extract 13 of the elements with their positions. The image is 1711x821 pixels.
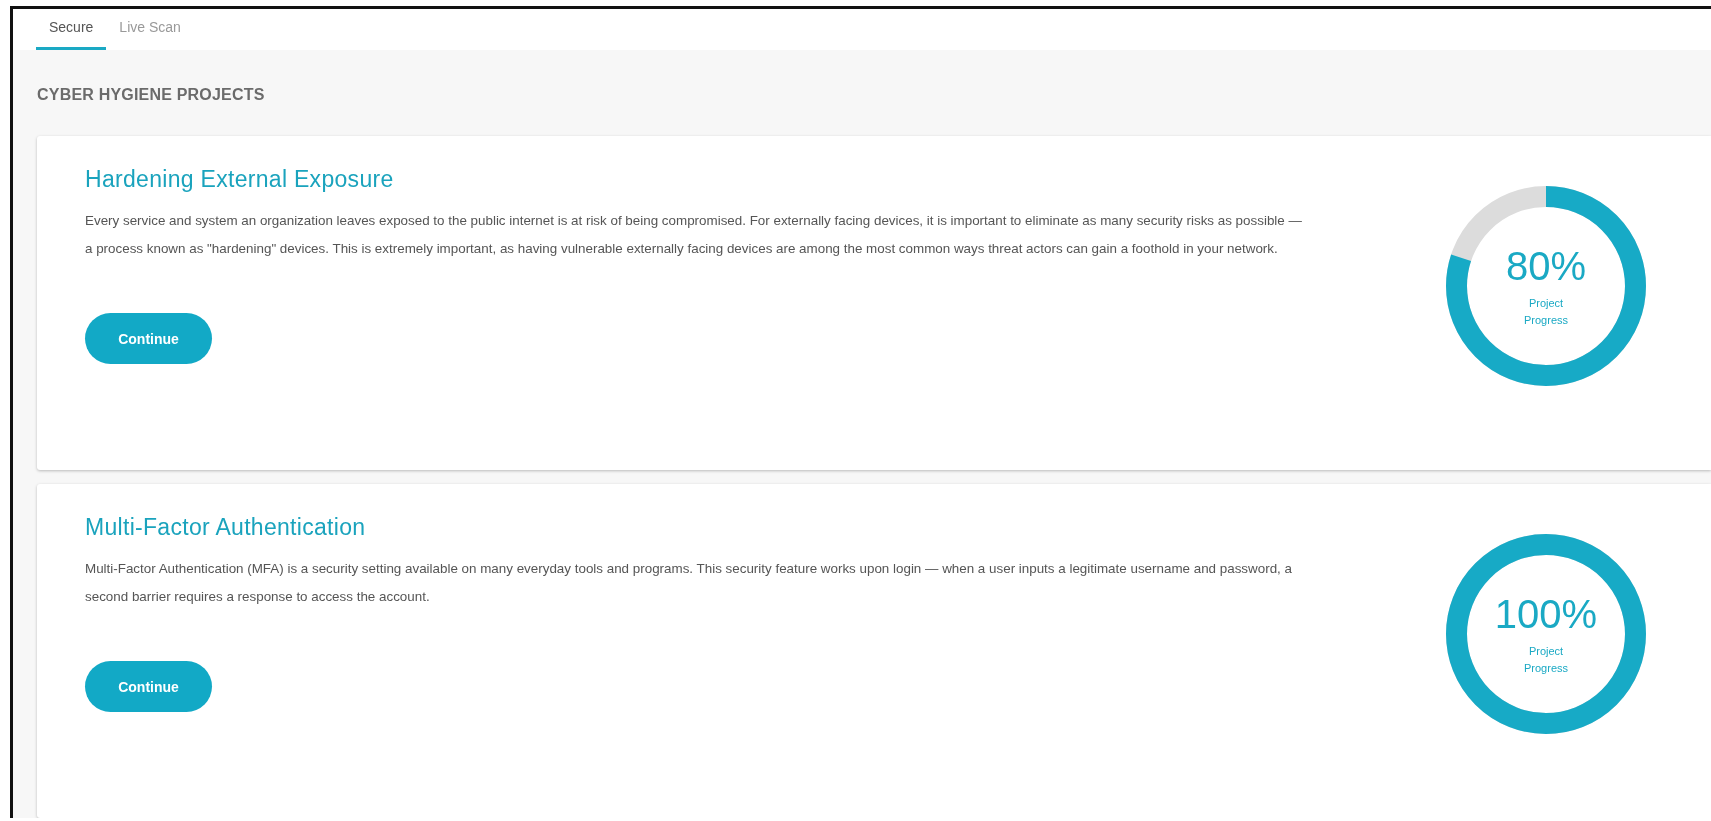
project-description: Multi-Factor Authentication (MFA) is a security setting available on many everyday tools and programs. This security feature works upon login — when a user inputs a legitimate username and password, a second barrier requires a response to access the account. — [85, 560, 1293, 606]
progress-value: 80% — [1505, 244, 1587, 289]
tab[interactable]: Live Scan — [106, 19, 194, 50]
progress-value: 100% — [1494, 592, 1598, 637]
project-title: Multi-Factor Authentication — [85, 514, 367, 541]
tab[interactable]: Secure — [36, 19, 107, 50]
project-description: Every service and system an organization leaves exposed to the public internet is at risk of being compromised. For externally facing devices, it is important to eliminate as many security risks as possible — a process known as "hardening" devices. This is extremely important, as having vulnerable externally facing devices are among the most common ways threat actors can gain a foothold in your network. — [85, 212, 1303, 258]
continue-button[interactable]: Continue — [85, 313, 212, 364]
progress-label: Project Progress — [1523, 644, 1569, 676]
section-heading: CYBER HYGIENE PROJECTS — [37, 86, 266, 104]
progress-label: Project Progress — [1523, 296, 1569, 328]
project-title: Hardening External Exposure — [85, 166, 395, 193]
continue-button[interactable]: Continue — [85, 661, 212, 712]
